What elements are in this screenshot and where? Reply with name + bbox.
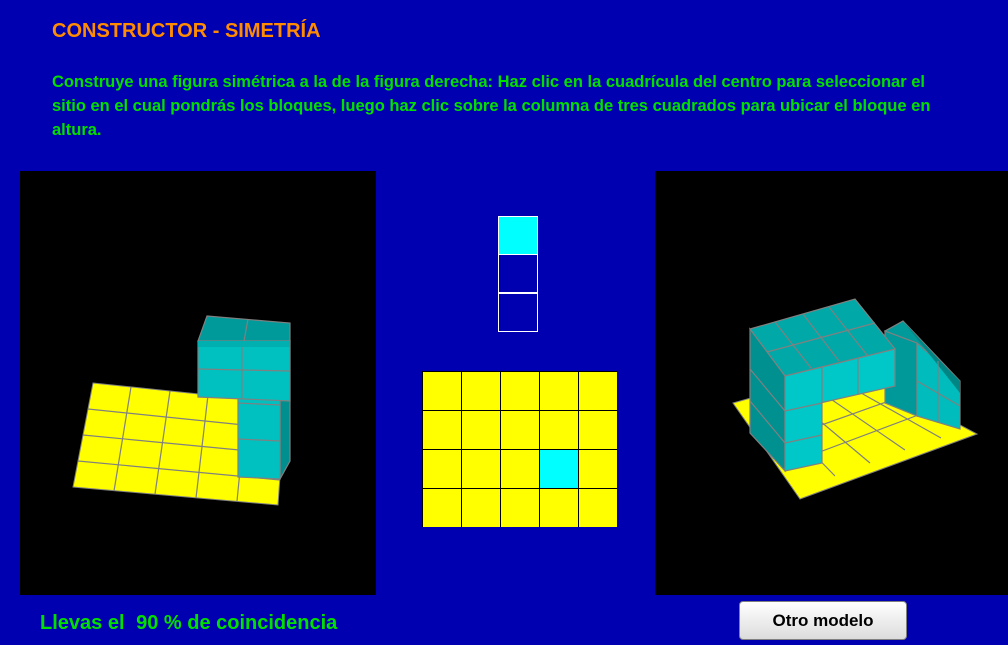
- grid-cell[interactable]: [501, 450, 539, 488]
- coincidence-status: Llevas el 90 % de coincidencia: [40, 612, 337, 635]
- grid-cell[interactable]: [423, 411, 461, 449]
- instructions-text: Construye una figura simétrica a la de l…: [52, 73, 931, 139]
- grid-cell[interactable]: [540, 372, 578, 410]
- grid-cell[interactable]: [579, 411, 617, 449]
- status-suffix: % de coincidencia: [163, 612, 338, 634]
- grid-cell[interactable]: [462, 372, 500, 410]
- grid-cell[interactable]: [501, 372, 539, 410]
- grid-cell[interactable]: [462, 450, 500, 488]
- grid-cell[interactable]: [423, 372, 461, 410]
- grid-cell[interactable]: [423, 450, 461, 488]
- grid-cell[interactable]: [501, 411, 539, 449]
- model-figure-canvas[interactable]: [655, 171, 1008, 595]
- grid-cell[interactable]: [423, 489, 461, 527]
- grid-cell[interactable]: [579, 489, 617, 527]
- player-figure-canvas[interactable]: [20, 171, 376, 595]
- grid-cell[interactable]: [462, 489, 500, 527]
- coincidence-percent: 90: [136, 612, 159, 634]
- placement-grid[interactable]: [422, 371, 617, 527]
- page-title: CONSTRUCTOR - SIMETRÍA: [52, 20, 321, 42]
- otro-modelo-button[interactable]: Otro modelo: [739, 601, 907, 640]
- grid-cell[interactable]: [462, 411, 500, 449]
- grid-cell[interactable]: [540, 411, 578, 449]
- height-level-1[interactable]: [498, 293, 538, 332]
- height-level-2[interactable]: [498, 254, 538, 293]
- grid-cell[interactable]: [579, 450, 617, 488]
- grid-cell[interactable]: [579, 372, 617, 410]
- grid-cell[interactable]: [540, 489, 578, 527]
- grid-cell-selected[interactable]: [540, 450, 578, 488]
- status-prefix: Llevas el: [40, 612, 125, 634]
- model-figure-view[interactable]: [655, 171, 1008, 595]
- height-selector[interactable]: [498, 216, 538, 332]
- player-figure-view[interactable]: [20, 171, 376, 595]
- grid-cell[interactable]: [501, 489, 539, 527]
- height-level-3[interactable]: [498, 216, 538, 255]
